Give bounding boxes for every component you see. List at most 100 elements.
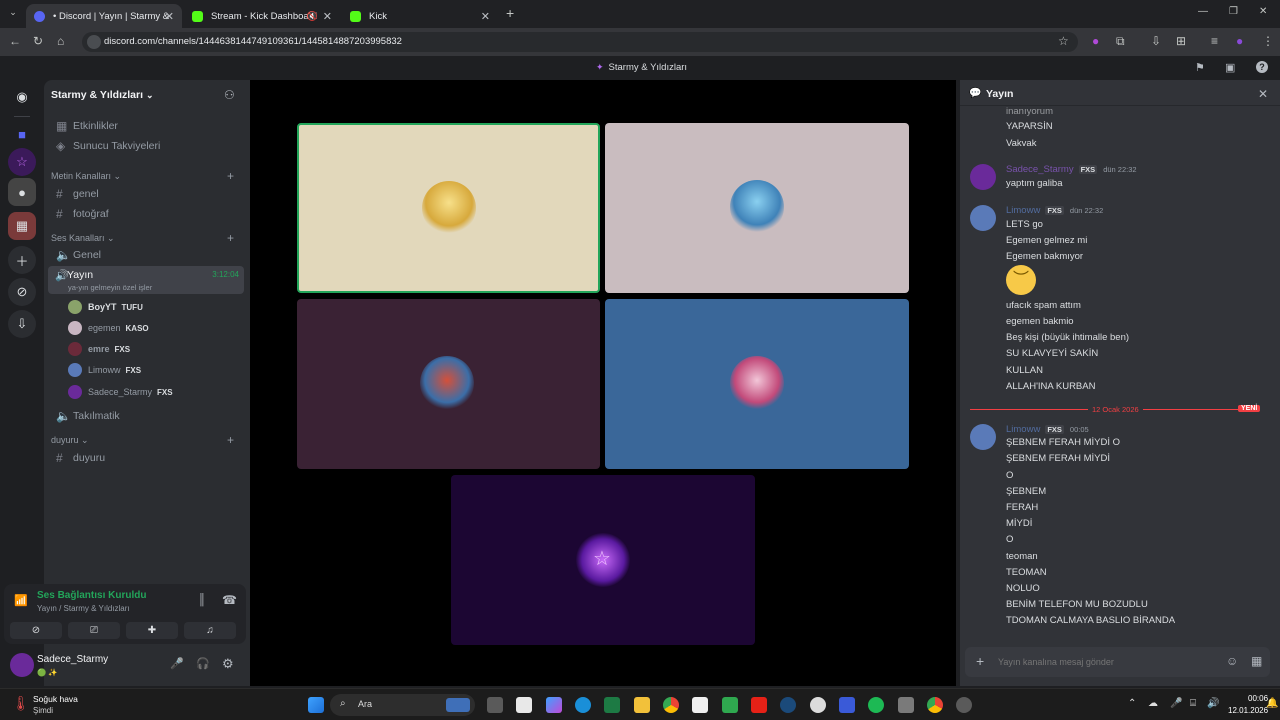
media-icon[interactable]: ≡ (1211, 34, 1218, 48)
discord-home-icon[interactable]: ◉ (8, 83, 36, 111)
bookmark-star-icon[interactable]: ☆ (1058, 34, 1069, 48)
invite-icon[interactable]: ⚇ (224, 88, 235, 102)
reload-icon[interactable]: ↻ (33, 34, 43, 48)
tab-kick-dashboard[interactable]: Stream - Kick Dashboard 🔇 ✕ (184, 4, 340, 28)
extensions-puzzle-icon[interactable]: ⧉ (1116, 34, 1125, 49)
close-chat-icon[interactable]: ✕ (1258, 87, 1268, 101)
voice-user-sadece-starmy[interactable]: Sadece_Starmy FXS (68, 383, 173, 401)
microphone-icon[interactable]: 🎤 (170, 657, 184, 670)
author-name[interactable]: Limoww (1006, 205, 1040, 216)
start-icon[interactable] (308, 697, 324, 713)
emoji-icon[interactable]: ☺ (1226, 654, 1238, 668)
author-name[interactable]: Limoww (1006, 424, 1040, 435)
app-icon[interactable] (810, 697, 826, 713)
close-tab-icon[interactable]: ✕ (323, 10, 332, 23)
maximize-icon[interactable]: ❐ (1229, 6, 1238, 17)
tab-kick[interactable]: Kick ✕ (342, 4, 498, 28)
author-name[interactable]: Sadece_Starmy (1006, 164, 1074, 175)
tab-discord[interactable]: • Discord | Yayın | Starmy & ✕ (26, 4, 182, 28)
attach-plus-icon[interactable]: + (976, 653, 984, 669)
close-window-icon[interactable]: ✕ (1259, 6, 1267, 17)
chrome-icon[interactable] (663, 697, 679, 713)
voice-channel-yayin[interactable]: 🔊 Yayın 3:12:04 ya-yın gelmeyin özel işl… (48, 266, 244, 294)
help-icon[interactable]: ? (1256, 61, 1268, 73)
app-icon[interactable] (839, 697, 855, 713)
settings-gear-icon[interactable]: ⚙ (222, 656, 234, 672)
apps-icon[interactable]: ▦ (1251, 654, 1262, 668)
new-tab-button[interactable]: + (506, 5, 514, 21)
create-channel-icon[interactable]: + (227, 231, 234, 245)
create-channel-icon[interactable]: + (227, 169, 234, 183)
inbox-icon[interactable]: ▣ (1225, 61, 1235, 74)
site-info-icon[interactable] (87, 35, 101, 49)
explorer-icon[interactable] (634, 697, 650, 713)
activities-button[interactable]: ✚ (126, 622, 178, 639)
download-icon[interactable]: ⇩ (1151, 34, 1161, 48)
spotify-icon[interactable] (868, 697, 884, 713)
clock-date[interactable]: 12.01.2026 (1228, 706, 1268, 715)
home-icon[interactable]: ⌂ (57, 34, 64, 48)
extension-icon[interactable]: ● (1092, 34, 1099, 48)
boosts-item[interactable]: ◈ Sunucu Takviyeleri (50, 137, 244, 155)
voice-user-boyyt[interactable]: BoyYT TUFU (68, 298, 143, 316)
chat-input[interactable] (998, 653, 1218, 671)
avatar[interactable] (970, 164, 996, 190)
volume-icon[interactable]: 🔊 (1207, 698, 1219, 709)
voice-location[interactable]: Yayın / Starmy & Yıldızları (37, 604, 130, 613)
download-apps-icon[interactable]: ⇩ (8, 310, 36, 338)
category-duyuru[interactable]: duyuru ⌄ + (51, 433, 234, 447)
server-header[interactable]: Starmy & Yıldızları ⌄ (51, 89, 154, 101)
headphones-icon[interactable]: 🎧 (196, 657, 210, 670)
voice-user-emre[interactable]: emre FXS (68, 340, 130, 358)
menu-icon[interactable]: ⋮ (1262, 34, 1274, 48)
category-voice-channels[interactable]: Ses Kanalları ⌄ + (51, 231, 234, 245)
chrome-icon[interactable] (927, 697, 943, 713)
translate-icon[interactable]: ⊞ (1176, 34, 1186, 48)
category-text-channels[interactable]: Metin Kanalları ⌄ + (51, 169, 234, 183)
voice-channel-takilmatik[interactable]: 🔈 Takılmatik (50, 407, 244, 425)
taskbar-search[interactable]: ⌕ Ara (330, 694, 475, 716)
back-icon[interactable]: ← (9, 34, 21, 48)
participant-tile-5[interactable]: ☆ (451, 475, 755, 645)
participant-tile-1[interactable] (297, 123, 600, 293)
address-bar[interactable]: discord.com/channels/1444638144749109361… (82, 32, 1078, 52)
server-avatar-icon[interactable]: ● (8, 178, 36, 206)
channel-fotograf[interactable]: # fotoğraf (50, 205, 244, 223)
participant-tile-3[interactable] (297, 299, 600, 469)
steam-icon[interactable] (780, 697, 796, 713)
weather-icon[interactable]: 🌡 (12, 695, 30, 712)
tab-search-icon[interactable]: ⌄ (6, 7, 20, 21)
screen-share-button[interactable]: ⎚ (68, 622, 120, 639)
edge-icon[interactable] (575, 697, 591, 713)
app-icon[interactable] (956, 697, 972, 713)
video-off-button[interactable]: ⊘ (10, 622, 62, 639)
youtube-icon[interactable] (751, 697, 767, 713)
voice-user-limoww[interactable]: Limoww FXS (68, 361, 141, 379)
task-view-icon[interactable] (487, 697, 503, 713)
profile-avatar-icon[interactable]: ● (1236, 34, 1243, 48)
excel-icon[interactable] (604, 697, 620, 713)
channel-duyuru[interactable]: # duyuru (50, 449, 244, 467)
voice-channel-genel[interactable]: 🔈 Genel (50, 246, 244, 264)
mic-tray-icon[interactable]: 🎤 (1170, 698, 1182, 709)
minimize-icon[interactable]: — (1198, 6, 1208, 17)
app-icon[interactable] (692, 697, 708, 713)
participant-tile-2[interactable] (605, 123, 909, 293)
server-starmy-icon[interactable]: ☆ (8, 148, 36, 176)
server-collage-icon[interactable]: ▦ (8, 212, 36, 240)
avatar[interactable] (970, 205, 996, 231)
close-tab-icon[interactable]: ✕ (481, 10, 490, 23)
voice-status[interactable]: Ses Bağlantısı Kuruldu (37, 590, 146, 601)
soundboard-button[interactable]: ♫ (184, 622, 236, 639)
store-icon[interactable] (898, 697, 914, 713)
discover-icon[interactable]: ⊘ (8, 278, 36, 306)
username[interactable]: Sadece_Starmy (37, 654, 108, 665)
add-server-icon[interactable]: ＋ (8, 246, 36, 274)
spreadsheet-icon[interactable] (722, 697, 738, 713)
create-channel-icon[interactable]: + (227, 433, 234, 447)
disconnect-icon[interactable]: ☎ (222, 593, 237, 607)
onedrive-icon[interactable]: ☁ (1148, 698, 1158, 709)
folder-icon[interactable]: ■ (8, 120, 36, 148)
notification-bell-icon[interactable]: 🔔 (1266, 698, 1278, 709)
weather-label[interactable]: Soğuk hava (33, 694, 78, 704)
